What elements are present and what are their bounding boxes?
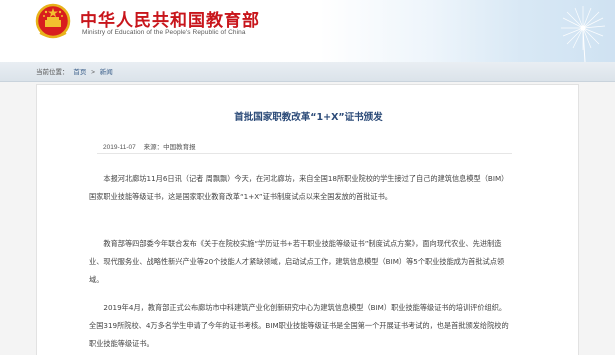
breadcrumb: 当前位置： 首页 > 新闻 xyxy=(36,66,116,76)
dandelion-decoration xyxy=(561,6,606,62)
article-paragraph: 2019年4月，教育部正式公布廊坊市中科建筑产业化创新研究中心为建筑信息模型（B… xyxy=(89,303,509,348)
breadcrumb-news-link[interactable]: 新闻 xyxy=(100,69,113,76)
site-title: 中华人民共和国教育部 xyxy=(80,11,260,31)
breadcrumb-home-link[interactable]: 首页 xyxy=(73,69,86,76)
site-subtitle: Ministry of Education of the People's Re… xyxy=(82,29,246,36)
breadcrumb-label: 当前位置： xyxy=(36,69,69,76)
divider xyxy=(97,153,512,154)
article-title: 首批国家职教改革“1+X”证书颁发 xyxy=(234,112,383,123)
article-paragraph: 本报河北廊坊11月6日讯（记者 周飘飘）今天，在河北廊坊，来自全国18所职业院校… xyxy=(89,174,509,201)
article-source: 来源：中国教育报 xyxy=(143,144,196,151)
national-emblem-icon xyxy=(35,3,71,39)
breadcrumb-separator: > xyxy=(91,69,95,76)
article-date: 2019-11-07 xyxy=(103,144,136,151)
article-panel: 首批国家职教改革“1+X”证书颁发 2019-11-07 来源：中国教育报 本报… xyxy=(36,84,579,355)
site-header: 中华人民共和国教育部 Ministry of Education of the … xyxy=(0,0,615,62)
article-meta: 2019-11-07 来源：中国教育报 xyxy=(103,141,202,151)
article-paragraph: 教育部等四部委今年联合发布《关于在院校实施“学历证书+若干职业技能等级证书”制度… xyxy=(89,239,505,284)
